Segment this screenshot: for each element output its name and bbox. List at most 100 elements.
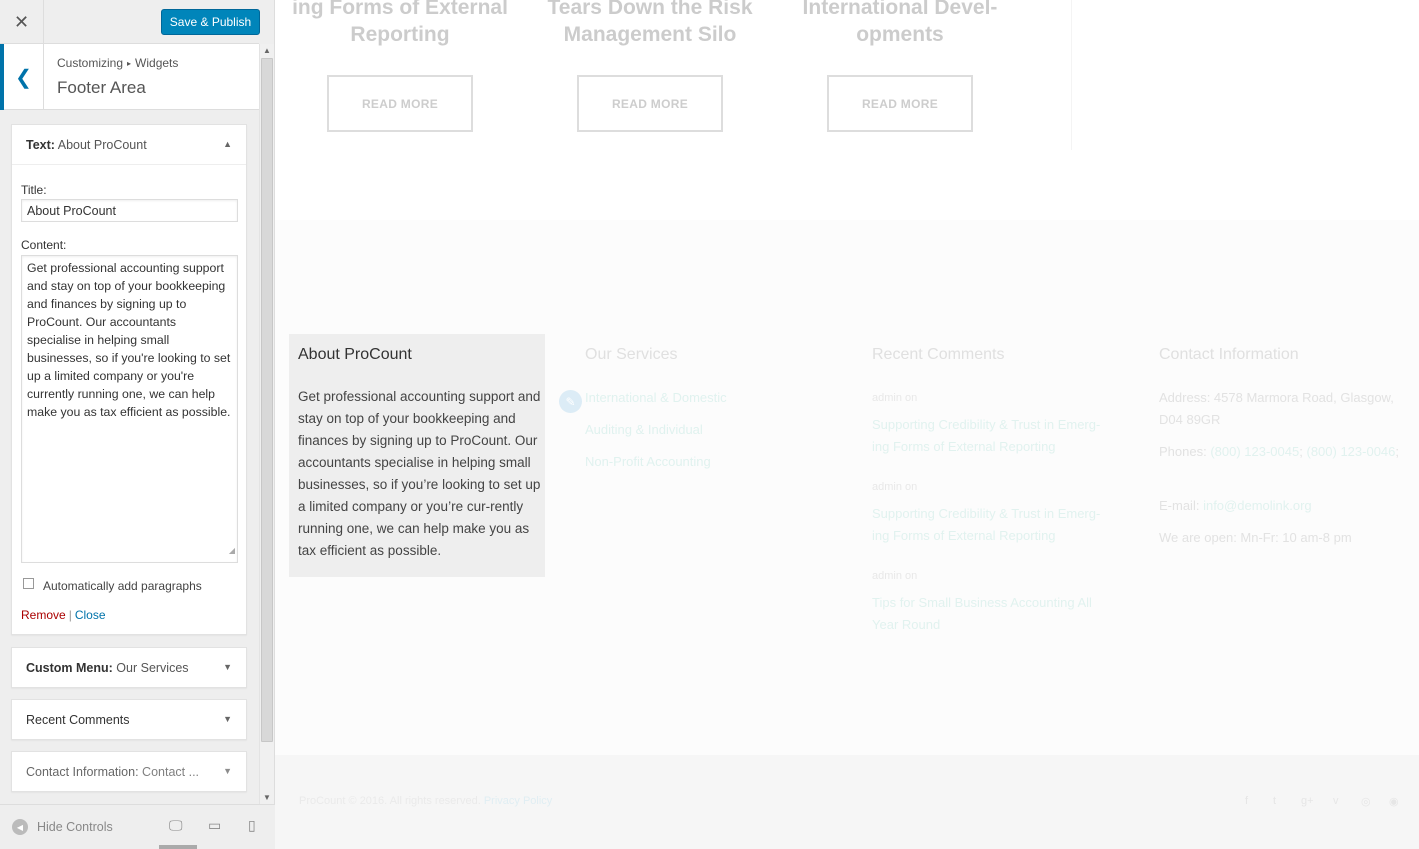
text-widget-header[interactable]: Text: About ProCount ▲: [12, 125, 246, 165]
remove-link[interactable]: Remove: [21, 608, 66, 622]
contact-widget-panel[interactable]: Contact Information: Contact ... ▼: [11, 751, 247, 792]
service-link[interactable]: International & Domestic: [585, 390, 727, 405]
custom-menu-widget-panel[interactable]: Custom Menu: Our Services ▼: [11, 647, 247, 688]
widget-name: About ProCount: [57, 138, 147, 152]
caret-down-icon[interactable]: ▼: [223, 766, 232, 776]
section-title: Footer Area: [57, 78, 146, 97]
customizer-footer-controls: ◀ Hide Controls 🖵 ▭ ▯: [0, 804, 275, 849]
widget-type-label: Recent Comments: [26, 713, 130, 727]
caret-down-icon[interactable]: ▼: [223, 714, 232, 724]
custom-menu-widget-header[interactable]: Custom Menu: Our Services ▼: [12, 648, 246, 688]
site-preview: ing Forms of External Reporting READ MOR…: [275, 0, 1419, 849]
content-label: Content:: [21, 238, 67, 252]
read-more-button[interactable]: READ MORE: [327, 75, 473, 132]
divider: [1071, 0, 1072, 150]
site-footer-bar: ProCount © 2016. All rights reserved. Pr…: [275, 755, 1419, 849]
contact-phones: Phones: (800) 123-0045; (800) 123-0046;: [1159, 441, 1409, 463]
phone-separator: ;: [1299, 444, 1303, 459]
active-device-indicator: [159, 845, 197, 849]
widget-type-label: Custom Menu:: [26, 661, 113, 675]
breadcrumb-root: Customizing: [57, 56, 124, 70]
widget-name: Contact ...: [142, 765, 200, 779]
comment-post-link[interactable]: Supporting Credibility & Trust in Emerg-…: [872, 503, 1117, 547]
content-text[interactable]: Get professional accounting support and …: [27, 261, 230, 419]
about-text: Get professional accounting support and …: [298, 389, 541, 558]
autop-checkbox[interactable]: [23, 578, 34, 589]
pencil-icon[interactable]: ✎: [559, 390, 582, 413]
scroll-up-icon[interactable]: ▲: [263, 46, 271, 55]
close-icon[interactable]: ✕: [0, 0, 44, 44]
section-header: ❮ Customizing ▸ Widgets Footer Area: [0, 44, 259, 110]
customizer-sidebar: ✕ Save & Publish ❮ Customizing ▸ Widgets F…: [0, 0, 275, 849]
breadcrumb-separator-icon: ▸: [127, 59, 132, 68]
post-title-line: International Devel-: [802, 0, 998, 19]
save-publish-button[interactable]: Save & Publish: [161, 9, 260, 35]
action-separator: |: [68, 608, 72, 622]
service-link[interactable]: Auditing & Individual: [585, 422, 703, 437]
vimeo-icon[interactable]: v: [1333, 795, 1339, 807]
facebook-icon[interactable]: f: [1245, 795, 1248, 807]
instagram-icon[interactable]: ◎: [1361, 795, 1371, 808]
post-title-line: opments: [856, 23, 944, 46]
desktop-icon[interactable]: 🖵: [169, 817, 183, 834]
chevron-left-icon[interactable]: ❮: [0, 44, 44, 110]
recent-comments-title: Recent Comments: [872, 346, 1005, 363]
post-title-line: ing Forms of External: [292, 0, 508, 19]
service-link[interactable]: Non-Profit Accounting: [585, 454, 711, 469]
read-more-button[interactable]: READ MORE: [577, 75, 723, 132]
post-title-line: Management Silo: [563, 23, 737, 46]
about-title: About ProCount: [298, 346, 412, 363]
phone-end: ;: [1395, 444, 1400, 459]
breadcrumb-current: Widgets: [135, 56, 179, 70]
contact-widget-header[interactable]: Contact Information: Contact ... ▼: [12, 752, 246, 792]
recent-comments-widget-header[interactable]: Recent Comments ▼: [12, 700, 246, 740]
resize-handle-icon[interactable]: ◢: [229, 542, 235, 560]
autop-label[interactable]: Automatically add paragraphs: [43, 579, 202, 593]
mobile-icon[interactable]: ▯: [248, 817, 256, 834]
caret-down-icon[interactable]: ▼: [223, 662, 232, 672]
close-link[interactable]: Close: [75, 608, 106, 622]
title-input[interactable]: [21, 199, 238, 222]
post-title[interactable]: Tears Down the Risk Management Silo: [530, 0, 770, 48]
email-link[interactable]: info@demolink.org: [1203, 498, 1312, 513]
title-label: Title:: [21, 183, 47, 197]
services-title: Our Services: [585, 346, 678, 363]
about-widget[interactable]: About ProCount Get professional accounti…: [289, 334, 545, 577]
caret-up-icon[interactable]: ▲: [223, 139, 232, 149]
comment-meta: admin on: [872, 570, 918, 582]
post-title-line: Tears Down the Risk: [547, 0, 753, 19]
comment-post-link[interactable]: Supporting Credibility & Trust in Emerg-…: [872, 414, 1117, 458]
collapse-icon[interactable]: ◀: [12, 819, 28, 835]
customizer-header: ✕ Save & Publish: [0, 0, 260, 44]
widget-name: Our Services: [116, 661, 189, 675]
text-widget-panel: Text: About ProCount ▲ Title: Content: G…: [11, 124, 247, 635]
scrollbar-thumb[interactable]: [261, 58, 273, 742]
read-more-button[interactable]: READ MORE: [827, 75, 973, 132]
hide-controls-button[interactable]: Hide Controls: [37, 820, 113, 834]
contact-title: Contact Information: [1159, 346, 1299, 363]
phone-link[interactable]: (800) 123-0046: [1306, 444, 1395, 459]
content-textarea[interactable]: Get professional accounting support and …: [21, 255, 238, 563]
post-title[interactable]: ing Forms of External Reporting: [280, 0, 520, 48]
recent-comments-widget-panel[interactable]: Recent Comments ▼: [11, 699, 247, 740]
widget-type-label: Text:: [26, 138, 55, 152]
tablet-icon[interactable]: ▭: [208, 817, 221, 834]
copyright-text: ProCount © 2016. All rights reserved.: [299, 795, 481, 807]
comment-post-link[interactable]: Tips for Small Business Accounting All Y…: [872, 592, 1117, 636]
sidebar-scrollbar[interactable]: ▲ ▼: [259, 44, 274, 804]
phone-link[interactable]: (800) 123-0045: [1210, 444, 1299, 459]
contact-email: E-mail: info@demolink.org: [1159, 495, 1409, 517]
scroll-down-icon[interactable]: ▼: [263, 793, 271, 802]
google-plus-icon[interactable]: g+: [1301, 795, 1314, 807]
widget-actions: Remove | Close: [21, 608, 106, 622]
twitter-icon[interactable]: t: [1273, 795, 1276, 807]
widget-type-label: Contact Information:: [26, 765, 139, 779]
privacy-policy-link[interactable]: Privacy Policy: [484, 795, 552, 807]
rss-icon[interactable]: ◉: [1389, 795, 1399, 808]
email-label: E-mail:: [1159, 498, 1200, 513]
contact-hours: We are open: Mn-Fr: 10 am-8 pm: [1159, 530, 1352, 545]
comment-meta: admin on: [872, 481, 918, 493]
post-title[interactable]: International Devel- opments: [780, 0, 1020, 48]
contact-address: Address: 4578 Marmora Road, Glasgow, D04…: [1159, 390, 1394, 427]
copyright: ProCount © 2016. All rights reserved. Pr…: [299, 795, 552, 807]
